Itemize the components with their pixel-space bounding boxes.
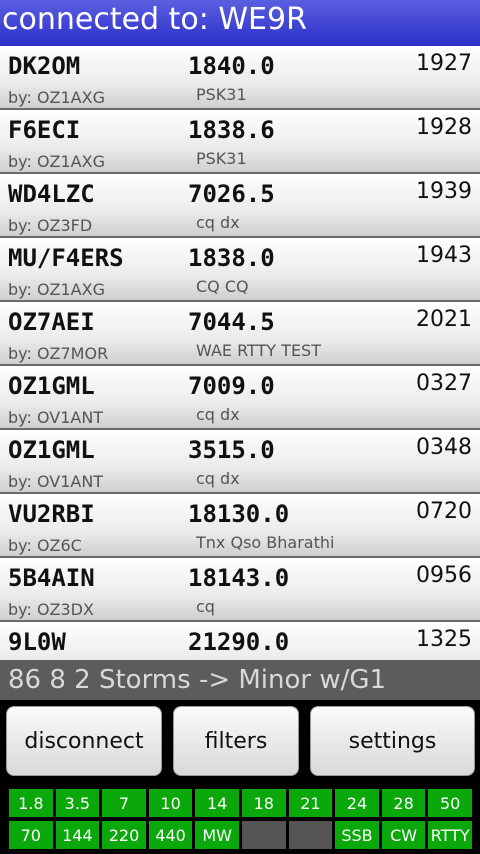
- spot-callsign: 5B4AIN: [8, 564, 95, 592]
- spot-callsign: WD4LZC: [8, 180, 95, 208]
- spot-time: 2021: [416, 307, 472, 332]
- spot-callsign: MU/F4ERS: [8, 244, 124, 272]
- spot-time: 1943: [416, 243, 472, 268]
- spot-row[interactable]: F6ECI 1838.6 1928 by: OZ1AXG PSK31: [0, 110, 480, 174]
- spot-reporter: by: OZ3DX: [8, 600, 94, 619]
- propagation-status: 86 8 2 Storms -> Minor w/G1: [0, 660, 480, 700]
- band-toggle-28[interactable]: 28: [380, 788, 427, 818]
- spot-callsign: VU2RBI: [8, 500, 95, 528]
- spot-reporter: by: OZ1AXG: [8, 152, 105, 171]
- band-toggle-24[interactable]: 24: [334, 788, 380, 818]
- spot-frequency: 7026.5: [188, 180, 275, 208]
- settings-button[interactable]: settings: [310, 706, 475, 776]
- band-toggle-70[interactable]: 70: [8, 820, 54, 850]
- spot-comment: PSK31: [196, 85, 247, 104]
- spot-time: 0327: [416, 371, 472, 396]
- spot-time: 0720: [416, 499, 472, 524]
- filters-button[interactable]: filters: [173, 706, 299, 776]
- band-toggle-ssb[interactable]: SSB: [334, 820, 380, 850]
- spot-callsign: OZ1GML: [8, 436, 95, 464]
- spot-reporter: by: OZ3FD: [8, 216, 93, 235]
- band-toggle-3-5[interactable]: 3.5: [54, 788, 101, 818]
- spot-reporter: by: OZ7MOR: [8, 344, 109, 363]
- spot-comment: cq dx: [196, 405, 240, 424]
- spot-frequency: 7009.0: [188, 372, 275, 400]
- spot-frequency: 1838.6: [188, 116, 275, 144]
- spot-row[interactable]: MU/F4ERS 1838.0 1943 by: OZ1AXG CQ CQ: [0, 238, 480, 302]
- spot-frequency: 18130.0: [188, 500, 290, 528]
- spot-reporter: by: OV1ANT: [8, 408, 104, 427]
- band-toggle-empty: [287, 820, 334, 850]
- spot-comment: PSK31: [196, 149, 247, 168]
- spot-time: 0348: [416, 435, 472, 460]
- spot-comment: cq: [196, 597, 215, 616]
- spot-row[interactable]: OZ1GML 7009.0 0327 by: OV1ANT cq dx: [0, 366, 480, 430]
- spot-row[interactable]: 5B4AIN 18143.0 0956 by: OZ3DX cq: [0, 558, 480, 622]
- band-toggle-rtty[interactable]: RTTY: [427, 820, 473, 850]
- spot-frequency: 21290.0: [188, 628, 290, 656]
- spot-reporter: by: OV1ANT: [8, 472, 104, 491]
- spot-frequency: 18143.0: [188, 564, 290, 592]
- spot-row[interactable]: OZ1GML 3515.0 0348 by: OV1ANT cq dx: [0, 430, 480, 494]
- band-toggle-18[interactable]: 18: [241, 788, 287, 818]
- spot-frequency: 3515.0: [188, 436, 275, 464]
- spot-comment: cq dx: [196, 213, 240, 232]
- spot-time: 1325: [416, 627, 472, 652]
- spot-comment: WAE RTTY TEST: [196, 341, 321, 360]
- spot-list[interactable]: DK2OM 1840.0 1927 by: OZ1AXG PSK31 F6ECI 1838.…: [0, 46, 480, 660]
- spot-time: 1928: [416, 115, 472, 140]
- spot-frequency: 1838.0: [188, 244, 275, 272]
- spot-reporter: by: OZ6C: [8, 536, 82, 555]
- spot-row[interactable]: WD4LZC 7026.5 1939 by: OZ3FD cq dx: [0, 174, 480, 238]
- spot-callsign: OZ7AEI: [8, 308, 95, 336]
- band-toggle-144[interactable]: 144: [54, 820, 101, 850]
- spot-row[interactable]: VU2RBI 18130.0 0720 by: OZ6C Tnx Qso Bharath…: [0, 494, 480, 558]
- spot-callsign: OZ1GML: [8, 372, 95, 400]
- spot-callsign: 9L0W: [8, 628, 66, 656]
- disconnect-button[interactable]: disconnect: [6, 706, 162, 776]
- spot-row[interactable]: DK2OM 1840.0 1927 by: OZ1AXG PSK31: [0, 46, 480, 110]
- spot-callsign: F6ECI: [8, 116, 81, 144]
- band-toggle-440[interactable]: 440: [147, 820, 194, 850]
- band-toggle-1-8[interactable]: 1.8: [8, 788, 54, 818]
- spot-comment: cq dx: [196, 469, 240, 488]
- spot-row[interactable]: 9L0W 21290.0 1325: [0, 622, 480, 660]
- spot-time: 1939: [416, 179, 472, 204]
- band-toggle-21[interactable]: 21: [287, 788, 334, 818]
- spot-comment: Tnx Qso Bharathi: [196, 533, 335, 552]
- spot-reporter: by: OZ1AXG: [8, 280, 105, 299]
- spot-time: 1927: [416, 51, 472, 76]
- spot-reporter: by: OZ1AXG: [8, 88, 105, 107]
- connection-title: connected to: WE9R: [0, 0, 480, 46]
- spot-frequency: 1840.0: [188, 52, 275, 80]
- spot-callsign: DK2OM: [8, 52, 81, 80]
- band-toggle-10[interactable]: 10: [147, 788, 194, 818]
- band-toggle-7[interactable]: 7: [101, 788, 147, 818]
- band-toggle-empty: [241, 820, 287, 850]
- band-toggle-50[interactable]: 50: [427, 788, 473, 818]
- spot-comment: CQ CQ: [196, 277, 249, 296]
- band-toggle-cw[interactable]: CW: [380, 820, 427, 850]
- band-toggle-14[interactable]: 14: [194, 788, 240, 818]
- band-toggle-mw[interactable]: MW: [194, 820, 240, 850]
- spot-row[interactable]: OZ7AEI 7044.5 2021 by: OZ7MOR WAE RTTY TEST: [0, 302, 480, 366]
- band-toggle-220[interactable]: 220: [101, 820, 147, 850]
- spot-frequency: 7044.5: [188, 308, 275, 336]
- spot-time: 0956: [416, 563, 472, 588]
